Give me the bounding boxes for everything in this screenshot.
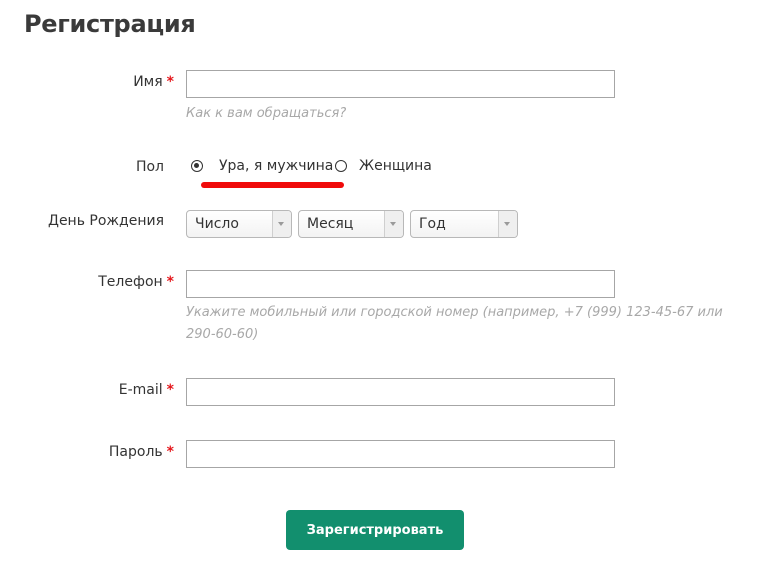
chevron-down-icon	[390, 222, 396, 226]
required-mark: *	[166, 74, 174, 90]
chevron-down-icon	[504, 222, 510, 226]
gender-male-radio[interactable]	[191, 160, 203, 172]
phone-hint: Укажите мобильный или городской номер (н…	[186, 305, 723, 342]
email-input[interactable]	[186, 378, 615, 406]
email-label: E-mail *	[119, 382, 174, 398]
phone-label-text: Телефон	[98, 274, 163, 290]
name-hint: Как к вам обращаться?	[186, 106, 347, 121]
required-mark: *	[166, 444, 174, 460]
dropdown-button[interactable]	[498, 211, 517, 237]
required-mark: *	[166, 382, 174, 398]
name-input[interactable]	[186, 70, 615, 98]
gender-female-radio[interactable]	[335, 160, 347, 172]
name-label: Имя *	[133, 74, 174, 90]
register-button[interactable]: Зарегистрировать	[286, 510, 464, 550]
required-mark: *	[166, 274, 174, 290]
birthday-year-select[interactable]: Год	[410, 210, 518, 238]
birthday-month-value: Месяц	[307, 216, 354, 232]
email-label-text: E-mail	[118, 382, 163, 398]
birthday-label: День Рождения	[48, 213, 164, 229]
gender-label: Пол	[135, 159, 164, 175]
phone-input[interactable]	[186, 270, 615, 298]
birthday-year-value: Год	[419, 216, 446, 232]
password-label-text: Пароль	[108, 444, 163, 460]
chevron-down-icon	[278, 222, 284, 226]
gender-male-label[interactable]: Ура, я мужчина	[219, 158, 333, 174]
page-title: Регистрация	[24, 10, 196, 38]
red-underline-annotation	[201, 182, 344, 188]
birthday-month-select[interactable]: Месяц	[298, 210, 404, 238]
dropdown-button[interactable]	[384, 211, 403, 237]
birthday-day-value: Число	[195, 216, 239, 232]
gender-female-label[interactable]: Женщина	[359, 158, 432, 174]
password-label: Пароль *	[109, 444, 174, 460]
password-input[interactable]	[186, 440, 615, 468]
birthday-day-select[interactable]: Число	[186, 210, 292, 238]
name-label-text: Имя	[133, 74, 163, 90]
phone-label: Телефон *	[98, 274, 174, 290]
dropdown-button[interactable]	[272, 211, 291, 237]
